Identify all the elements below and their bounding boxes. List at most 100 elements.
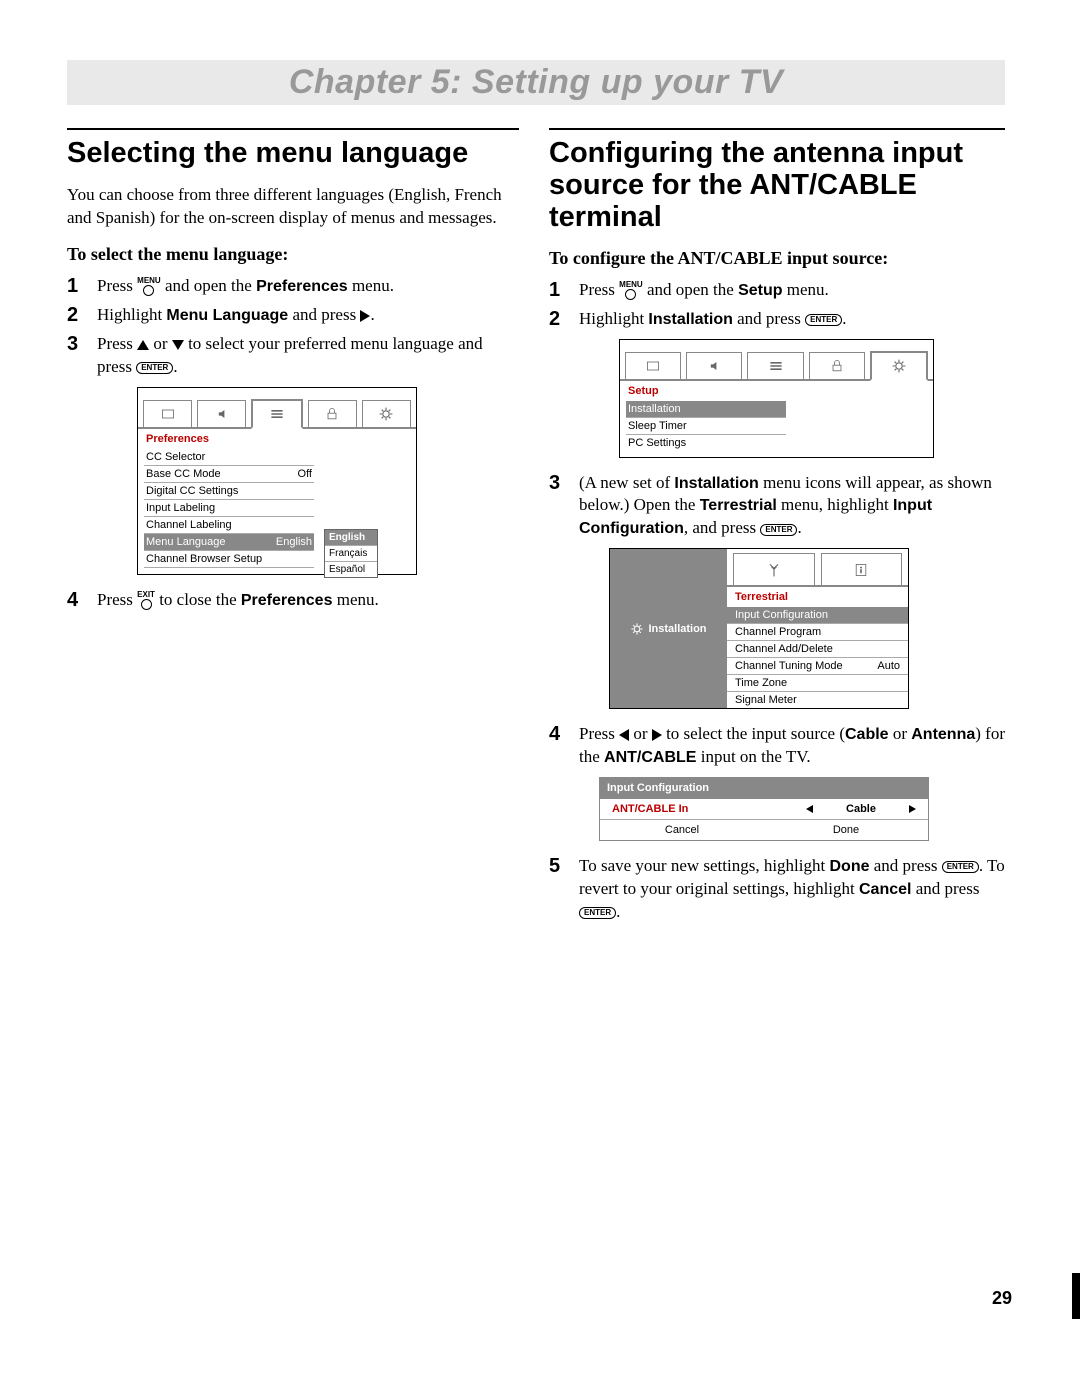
preferences-osd: Preferences CC Selector Base CC ModeOff … [137,387,417,575]
osd-tab-preferences [747,352,803,379]
step-body: Press EXIT to close the Preferences menu… [97,589,519,612]
left-steps: 1 Press MENU and open the Preferences me… [67,275,519,379]
left-heading: Selecting the menu language [67,138,519,170]
edge-tab-mark [1072,1273,1080,1319]
osd-tab-lock [308,400,357,427]
chapter-title: Chapter 5: Setting up your TV [289,63,783,102]
enter-button-icon: ENTER [579,907,616,919]
installation-side-label: Installation [610,549,727,708]
step: 3 Press or to select your preferred menu… [67,333,519,379]
step-number: 4 [67,589,97,612]
enter-button-icon: ENTER [760,524,797,536]
install-row: Channel Tuning ModeAuto [727,658,908,675]
osd-row-selected: Installation [626,401,786,418]
step-number: 2 [67,304,97,327]
step-body: Press MENU and open the Preferences menu… [97,275,519,298]
left-arrow-icon [619,729,629,741]
step-body: (A new set of Installation menu icons wi… [579,472,1005,541]
inconf-body: ANT/CABLE In Cable Cancel Done [599,799,929,841]
step-number: 2 [549,308,579,331]
install-row: Time Zone [727,675,908,692]
osd-tab-lock [809,352,865,379]
install-row-selected: Input Configuration [727,607,908,624]
inconf-label: ANT/CABLE In [612,803,806,815]
step-number: 5 [549,855,579,924]
step-body: To save your new settings, highlight Don… [579,855,1005,924]
install-row: Channel Add/Delete [727,641,908,658]
popup-row-selected: English [325,530,377,546]
popup-row: Español [325,562,377,577]
down-arrow-icon [172,340,184,350]
step: 1 Press MENU and open the Setup menu. [549,279,1005,302]
setup-osd: Setup Installation Sleep Timer PC Settin… [619,339,934,458]
step-body: Highlight Menu Language and press . [97,304,519,327]
exit-button-icon: EXIT [137,591,155,610]
section-rule [549,128,1005,130]
osd-tab-picture [143,400,192,427]
osd-body: CC Selector Base CC ModeOff Digital CC S… [138,449,320,574]
osd-tab-setup [870,351,928,381]
step-number: 1 [67,275,97,298]
osd-row: Channel Labeling [144,517,314,534]
osd-language-popup: English Français Español [324,529,378,578]
input-configuration-osd: Input Configuration ANT/CABLE In Cable C… [599,777,929,841]
step: 3 (A new set of Installation menu icons … [549,472,1005,541]
osd-title: Setup [620,381,933,401]
right-arrow-icon [652,729,662,741]
right-steps: 1 Press MENU and open the Setup menu. 2 … [549,279,1005,331]
left-subhead: To select the menu language: [67,244,519,265]
step-number: 3 [67,333,97,379]
right-arrow-icon [360,310,370,322]
step: 2 Highlight Installation and press ENTER… [549,308,1005,331]
up-arrow-icon [137,340,149,350]
menu-button-icon: MENU [619,281,643,300]
install-tab-terrestrial [733,553,815,585]
installation-osd: Installation Terrestrial Input Configura… [609,548,909,709]
step-body: Press or to select your preferred menu l… [97,333,519,379]
left-intro: You can choose from three different lang… [67,184,519,230]
install-row: Signal Meter [727,692,908,708]
step-body: Highlight Installation and press ENTER. [579,308,1005,331]
inconf-titlebar: Input Configuration [599,777,929,799]
inconf-buttons-row: Cancel Done [600,820,928,840]
step-number: 1 [549,279,579,302]
osd-row-selected: Menu LanguageEnglish [144,534,314,551]
columns: Selecting the menu language You can choo… [67,128,1005,930]
step: 1 Press MENU and open the Preferences me… [67,275,519,298]
enter-button-icon: ENTER [942,861,979,873]
install-row: Channel Program [727,624,908,641]
left-arrow-icon [806,805,813,813]
install-title: Terrestrial [727,587,908,607]
osd-tab-audio [686,352,742,379]
page-number: 29 [992,1288,1012,1309]
right-steps-continued3: 5 To save your new settings, highlight D… [549,855,1005,924]
osd-body: Installation Sleep Timer PC Settings [620,401,792,457]
osd-row: Digital CC Settings [144,483,314,500]
osd-row: Base CC ModeOff [144,466,314,483]
inconf-done: Done [764,824,928,836]
enter-button-icon: ENTER [805,314,842,326]
left-column: Selecting the menu language You can choo… [67,128,519,930]
step: 4 Press EXIT to close the Preferences me… [67,589,519,612]
right-arrow-icon [909,805,916,813]
installation-right-panel: Terrestrial Input Configuration Channel … [727,549,908,708]
right-heading: Configuring the antenna input source for… [549,138,1005,234]
left-steps-continued: 4 Press EXIT to close the Preferences me… [67,589,519,612]
step: 2 Highlight Menu Language and press . [67,304,519,327]
step-body: Press or to select the input source (Cab… [579,723,1005,769]
step-number: 4 [549,723,579,769]
right-steps-continued: 3 (A new set of Installation menu icons … [549,472,1005,541]
osd-tabs [620,340,933,381]
osd-row: PC Settings [626,435,786,451]
enter-button-icon: ENTER [136,362,173,374]
popup-row: Français [325,546,377,562]
osd-tab-setup [362,400,411,427]
section-rule [67,128,519,130]
osd-row: Channel Browser Setup [144,551,314,568]
inconf-row-antcable: ANT/CABLE In Cable [600,799,928,820]
menu-button-icon: MENU [137,277,161,296]
install-tabs [727,549,908,587]
osd-title: Preferences [138,429,416,449]
install-tab-info [821,553,903,585]
step: 4 Press or to select the input source (C… [549,723,1005,769]
